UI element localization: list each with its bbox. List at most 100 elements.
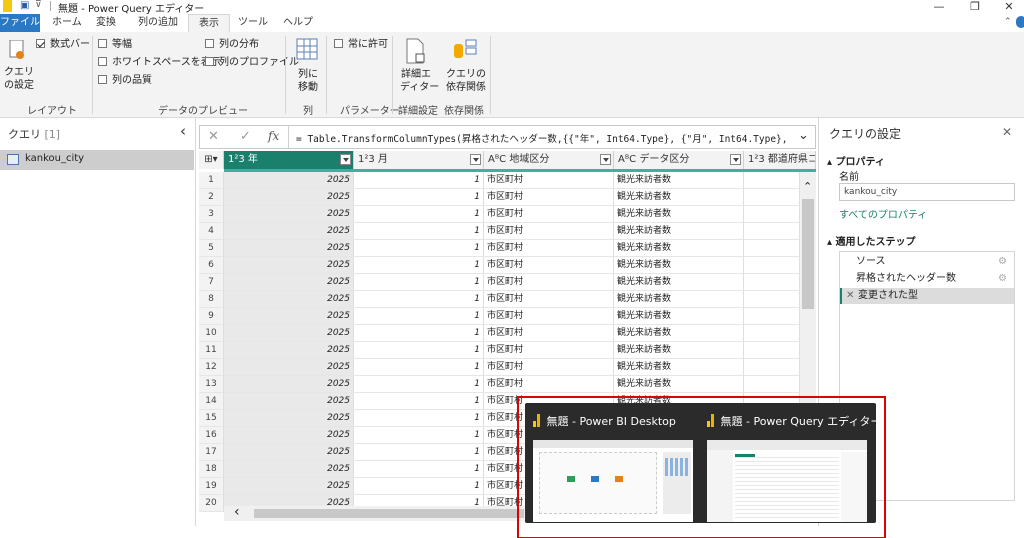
cell-year[interactable]: 2025 (224, 410, 354, 427)
query-dependencies-button[interactable]: クエリの 依存関係 (446, 68, 486, 94)
cell-data-category[interactable]: 観光来訪者数 (614, 223, 744, 240)
filter-dropdown-icon[interactable] (600, 154, 611, 165)
row-number[interactable]: 4 (199, 223, 224, 240)
cell-prefecture-code[interactable] (744, 257, 800, 274)
cell-data-category[interactable]: 観光来訪者数 (614, 257, 744, 274)
cell-month[interactable]: 1 (354, 223, 484, 240)
gear-icon[interactable]: ⚙ (998, 271, 1007, 287)
cell-prefecture-code[interactable] (744, 342, 800, 359)
cell-year[interactable]: 2025 (224, 325, 354, 342)
row-number[interactable]: 12 (199, 359, 224, 376)
cell-year[interactable]: 2025 (224, 478, 354, 495)
cell-month[interactable]: 1 (354, 257, 484, 274)
row-number[interactable]: 19 (199, 478, 224, 495)
properties-section-header[interactable]: ▴ プロパティ (827, 153, 885, 168)
cell-month[interactable]: 1 (354, 308, 484, 325)
tab-help[interactable]: ヘルプ (283, 14, 313, 32)
save-icon[interactable]: ▣ (20, 0, 29, 11)
cell-prefecture-code[interactable] (744, 240, 800, 257)
row-number[interactable]: 8 (199, 291, 224, 308)
all-properties-link[interactable]: すべてのプロパティ (839, 206, 927, 221)
cell-prefecture-code[interactable] (744, 189, 800, 206)
cell-prefecture-code[interactable] (744, 359, 800, 376)
text-type-icon[interactable]: AᴮC (618, 154, 636, 165)
tab-view[interactable]: 表示 (188, 14, 230, 32)
cell-data-category[interactable]: 観光来訪者数 (614, 359, 744, 376)
cell-prefecture-code[interactable] (744, 172, 800, 189)
cell-month[interactable]: 1 (354, 376, 484, 393)
filter-dropdown-icon[interactable] (340, 154, 351, 165)
cell-year[interactable]: 2025 (224, 444, 354, 461)
row-number[interactable]: 11 (199, 342, 224, 359)
cell-region[interactable]: 市区町村 (484, 291, 614, 308)
collapse-queries-button[interactable]: ‹ (180, 122, 186, 140)
cell-prefecture-code[interactable] (744, 325, 800, 342)
cell-year[interactable]: 2025 (224, 257, 354, 274)
cell-region[interactable]: 市区町村 (484, 172, 614, 189)
row-number[interactable]: 9 (199, 308, 224, 325)
column-header-year[interactable]: 1²3 年 (224, 151, 354, 169)
cell-year[interactable]: 2025 (224, 427, 354, 444)
step-promoted-headers[interactable]: 昇格されたヘッダー数 ⚙ (840, 271, 1014, 287)
cell-month[interactable]: 1 (354, 359, 484, 376)
cell-year[interactable]: 2025 (224, 291, 354, 308)
step-source[interactable]: ソース ⚙ (840, 254, 1014, 270)
quick-access-dropdown-icon[interactable]: ⊽ (35, 0, 42, 10)
cell-prefecture-code[interactable] (744, 376, 800, 393)
row-number[interactable]: 18 (199, 461, 224, 478)
cell-year[interactable]: 2025 (224, 274, 354, 291)
cell-month[interactable]: 1 (354, 240, 484, 257)
help-icon[interactable] (1016, 16, 1024, 28)
tab-add-column[interactable]: 列の追加 (138, 14, 178, 32)
applied-steps-section-header[interactable]: ▴ 適用したステップ (827, 233, 916, 248)
cell-year[interactable]: 2025 (224, 240, 354, 257)
cell-year[interactable]: 2025 (224, 393, 354, 410)
delete-step-icon[interactable]: ✕ (846, 288, 854, 304)
cell-region[interactable]: 市区町村 (484, 189, 614, 206)
filter-dropdown-icon[interactable] (730, 154, 741, 165)
cell-region[interactable]: 市区町村 (484, 325, 614, 342)
cell-data-category[interactable]: 観光来訪者数 (614, 342, 744, 359)
tab-transform[interactable]: 変換 (96, 14, 116, 32)
column-header-month[interactable]: 1²3 月 (354, 151, 484, 169)
tab-file[interactable]: ファイル (0, 14, 40, 32)
formula-input[interactable]: = Table.TransformColumnTypes(昇格されたヘッダー数,… (296, 131, 791, 145)
formula-bar-checkbox[interactable]: 数式バー (36, 38, 90, 51)
whole-number-type-icon[interactable]: 1²3 (748, 154, 765, 165)
row-number[interactable]: 14 (199, 393, 224, 410)
cell-month[interactable]: 1 (354, 291, 484, 308)
row-number[interactable]: 10 (199, 325, 224, 342)
whole-number-type-icon[interactable]: 1²3 (228, 154, 245, 165)
cell-year[interactable]: 2025 (224, 189, 354, 206)
cell-prefecture-code[interactable] (744, 308, 800, 325)
cell-year[interactable]: 2025 (224, 172, 354, 189)
cell-data-category[interactable]: 観光来訪者数 (614, 291, 744, 308)
cell-year[interactable]: 2025 (224, 461, 354, 478)
cell-region[interactable]: 市区町村 (484, 206, 614, 223)
cell-data-category[interactable]: 観光来訪者数 (614, 206, 744, 223)
row-number[interactable]: 13 (199, 376, 224, 393)
cell-month[interactable]: 1 (354, 444, 484, 461)
cell-month[interactable]: 1 (354, 478, 484, 495)
cell-month[interactable]: 1 (354, 274, 484, 291)
scroll-up-icon[interactable]: ⌃ (803, 180, 812, 193)
cell-year[interactable]: 2025 (224, 359, 354, 376)
row-number[interactable]: 3 (199, 206, 224, 223)
cell-month[interactable]: 1 (354, 427, 484, 444)
table-menu-icon[interactable]: ⊞▾ (199, 151, 224, 169)
cell-region[interactable]: 市区町村 (484, 274, 614, 291)
collapse-ribbon-icon[interactable]: ⌃ (1004, 17, 1012, 27)
column-header-region[interactable]: AᴮC 地域区分 (484, 151, 614, 169)
cell-data-category[interactable]: 観光来訪者数 (614, 376, 744, 393)
cell-month[interactable]: 1 (354, 189, 484, 206)
cell-month[interactable]: 1 (354, 393, 484, 410)
monospace-checkbox[interactable]: 等幅 (98, 38, 132, 51)
cell-month[interactable]: 1 (354, 206, 484, 223)
cell-prefecture-code[interactable] (744, 274, 800, 291)
cell-prefecture-code[interactable] (744, 223, 800, 240)
cell-data-category[interactable]: 観光来訪者数 (614, 274, 744, 291)
row-number[interactable]: 2 (199, 189, 224, 206)
query-name-input[interactable]: kankou_city (839, 183, 1015, 201)
cell-data-category[interactable]: 観光来訪者数 (614, 325, 744, 342)
minimize-button[interactable]: — (924, 0, 954, 14)
